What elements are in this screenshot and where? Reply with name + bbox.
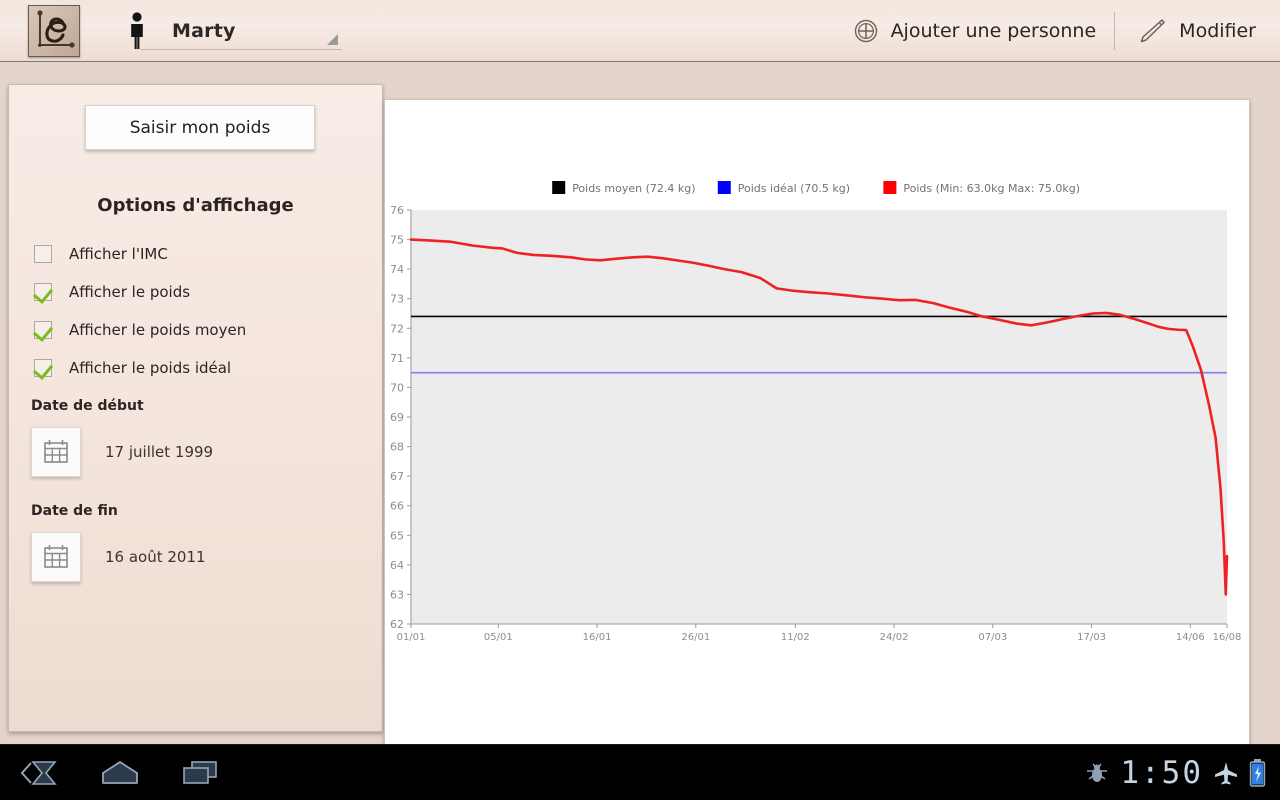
nav-back-button[interactable] — [0, 745, 80, 800]
svg-text:65: 65 — [390, 529, 404, 542]
end-date-title: Date de fin — [31, 503, 118, 519]
enter-weight-button[interactable]: Saisir mon poids — [85, 105, 315, 150]
checkbox-ideal-weight[interactable] — [34, 359, 52, 377]
svg-text:14/06: 14/06 — [1176, 632, 1205, 643]
svg-text:70: 70 — [390, 381, 404, 394]
svg-text:16/08: 16/08 — [1213, 632, 1242, 643]
svg-text:26/01: 26/01 — [681, 632, 710, 643]
svg-text:71: 71 — [390, 352, 404, 365]
end-date-row: 16 août 2011 — [31, 532, 371, 582]
system-navigation-bar: 1:50 — [0, 744, 1280, 800]
edit-button[interactable]: Modifier — [1115, 0, 1280, 62]
home-icon — [102, 760, 138, 784]
add-person-button[interactable]: Ajouter une personne — [835, 0, 1115, 62]
calendar-icon — [44, 545, 68, 568]
recent-apps-icon — [183, 760, 217, 784]
start-date-picker-button[interactable] — [31, 427, 81, 477]
checkbox-weight[interactable] — [34, 283, 52, 301]
option-label-average-weight: Afficher le poids moyen — [69, 321, 247, 339]
end-date-picker-button[interactable] — [31, 532, 81, 582]
svg-text:76: 76 — [390, 204, 404, 217]
options-panel: Saisir mon poids Options d'affichage Aff… — [8, 84, 383, 732]
display-options-list: Afficher l'IMC Afficher le poids Affiche… — [34, 235, 364, 387]
svg-text:67: 67 — [390, 470, 404, 483]
option-label-weight: Afficher le poids — [69, 283, 191, 301]
svg-text:01/01: 01/01 — [397, 632, 426, 643]
pencil-icon — [1140, 18, 1165, 42]
option-label-bmi: Afficher l'IMC — [69, 245, 168, 263]
svg-text:68: 68 — [390, 441, 404, 454]
svg-text:64: 64 — [390, 559, 404, 572]
weight-chart: 62 63 64 65 66 67 68 69 70 71 72 73 74 75 76 01/01 05/01… — [390, 181, 1242, 643]
svg-text:74: 74 — [390, 263, 404, 276]
svg-text:Poids idéal (70.5 kg): Poids idéal (70.5 kg) — [738, 182, 850, 195]
person-spinner[interactable]: Marty — [112, 5, 342, 57]
back-arrow-icon — [20, 760, 57, 785]
start-date-row: 17 juillet 1999 — [31, 427, 371, 477]
svg-text:05/01: 05/01 — [484, 632, 513, 643]
airplane-mode-icon — [1215, 761, 1237, 784]
svg-text:11/02: 11/02 — [781, 632, 810, 643]
content-area: Saisir mon poids Options d'affichage Aff… — [0, 62, 1280, 786]
status-clock: 1:50 — [1120, 754, 1203, 791]
status-tray[interactable]: 1:50 — [1084, 755, 1280, 791]
edit-label: Modifier — [1179, 19, 1256, 42]
person-name-label: Marty — [172, 19, 236, 42]
svg-text:62: 62 — [390, 618, 404, 631]
option-label-ideal-weight: Afficher le poids idéal — [69, 359, 232, 377]
svg-text:75: 75 — [390, 234, 404, 247]
svg-text:73: 73 — [390, 293, 404, 306]
option-row-bmi[interactable]: Afficher l'IMC — [34, 235, 364, 273]
svg-text:Poids moyen (72.4 kg): Poids moyen (72.4 kg) — [572, 182, 695, 195]
display-options-title: Options d'affichage — [97, 195, 294, 216]
svg-text:17/03: 17/03 — [1077, 632, 1106, 643]
option-row-weight[interactable]: Afficher le poids — [34, 273, 364, 311]
end-date-value: 16 août 2011 — [105, 548, 206, 566]
debug-bug-icon — [1087, 763, 1108, 782]
dropdown-caret-icon — [327, 33, 338, 45]
nav-home-button[interactable] — [80, 745, 160, 800]
svg-text:69: 69 — [390, 411, 404, 424]
person-male-icon — [131, 11, 143, 49]
checkbox-average-weight[interactable] — [34, 321, 52, 339]
start-date-value: 17 juillet 1999 — [105, 443, 214, 461]
svg-text:24/02: 24/02 — [880, 632, 909, 643]
start-date-group: Date de début 17 juillet 1999 — [31, 398, 371, 477]
checkbox-bmi[interactable] — [34, 245, 52, 263]
svg-text:07/03: 07/03 — [978, 632, 1007, 643]
add-person-label: Ajouter une personne — [890, 19, 1097, 42]
svg-text:72: 72 — [390, 322, 404, 335]
nav-recents-button[interactable] — [160, 745, 240, 800]
calendar-icon — [44, 440, 68, 463]
app-logo-curve-icon — [28, 4, 80, 57]
end-date-group: Date de fin 16 août 2011 — [31, 503, 371, 582]
screen: Marty Ajouter une personne Modifier Sais… — [0, 0, 1280, 800]
svg-text:66: 66 — [390, 500, 404, 513]
option-row-average-weight[interactable]: Afficher le poids moyen — [34, 311, 364, 349]
battery-charging-icon — [1249, 758, 1266, 787]
option-row-ideal-weight[interactable]: Afficher le poids idéal — [34, 349, 364, 387]
svg-text:63: 63 — [390, 588, 404, 601]
svg-text:16/01: 16/01 — [583, 632, 612, 643]
plus-circle-icon — [854, 19, 877, 42]
start-date-title: Date de début — [31, 398, 144, 414]
action-bar: Marty Ajouter une personne Modifier — [0, 0, 1280, 65]
weight-chart-card[interactable]: 62 63 64 65 66 67 68 69 70 71 72 73 74 75 76 01/01 05/01… — [384, 99, 1250, 786]
svg-text:Poids (Min: 63.0kg Max: 75.0kg: Poids (Min: 63.0kg Max: 75.0kg) — [903, 182, 1080, 195]
